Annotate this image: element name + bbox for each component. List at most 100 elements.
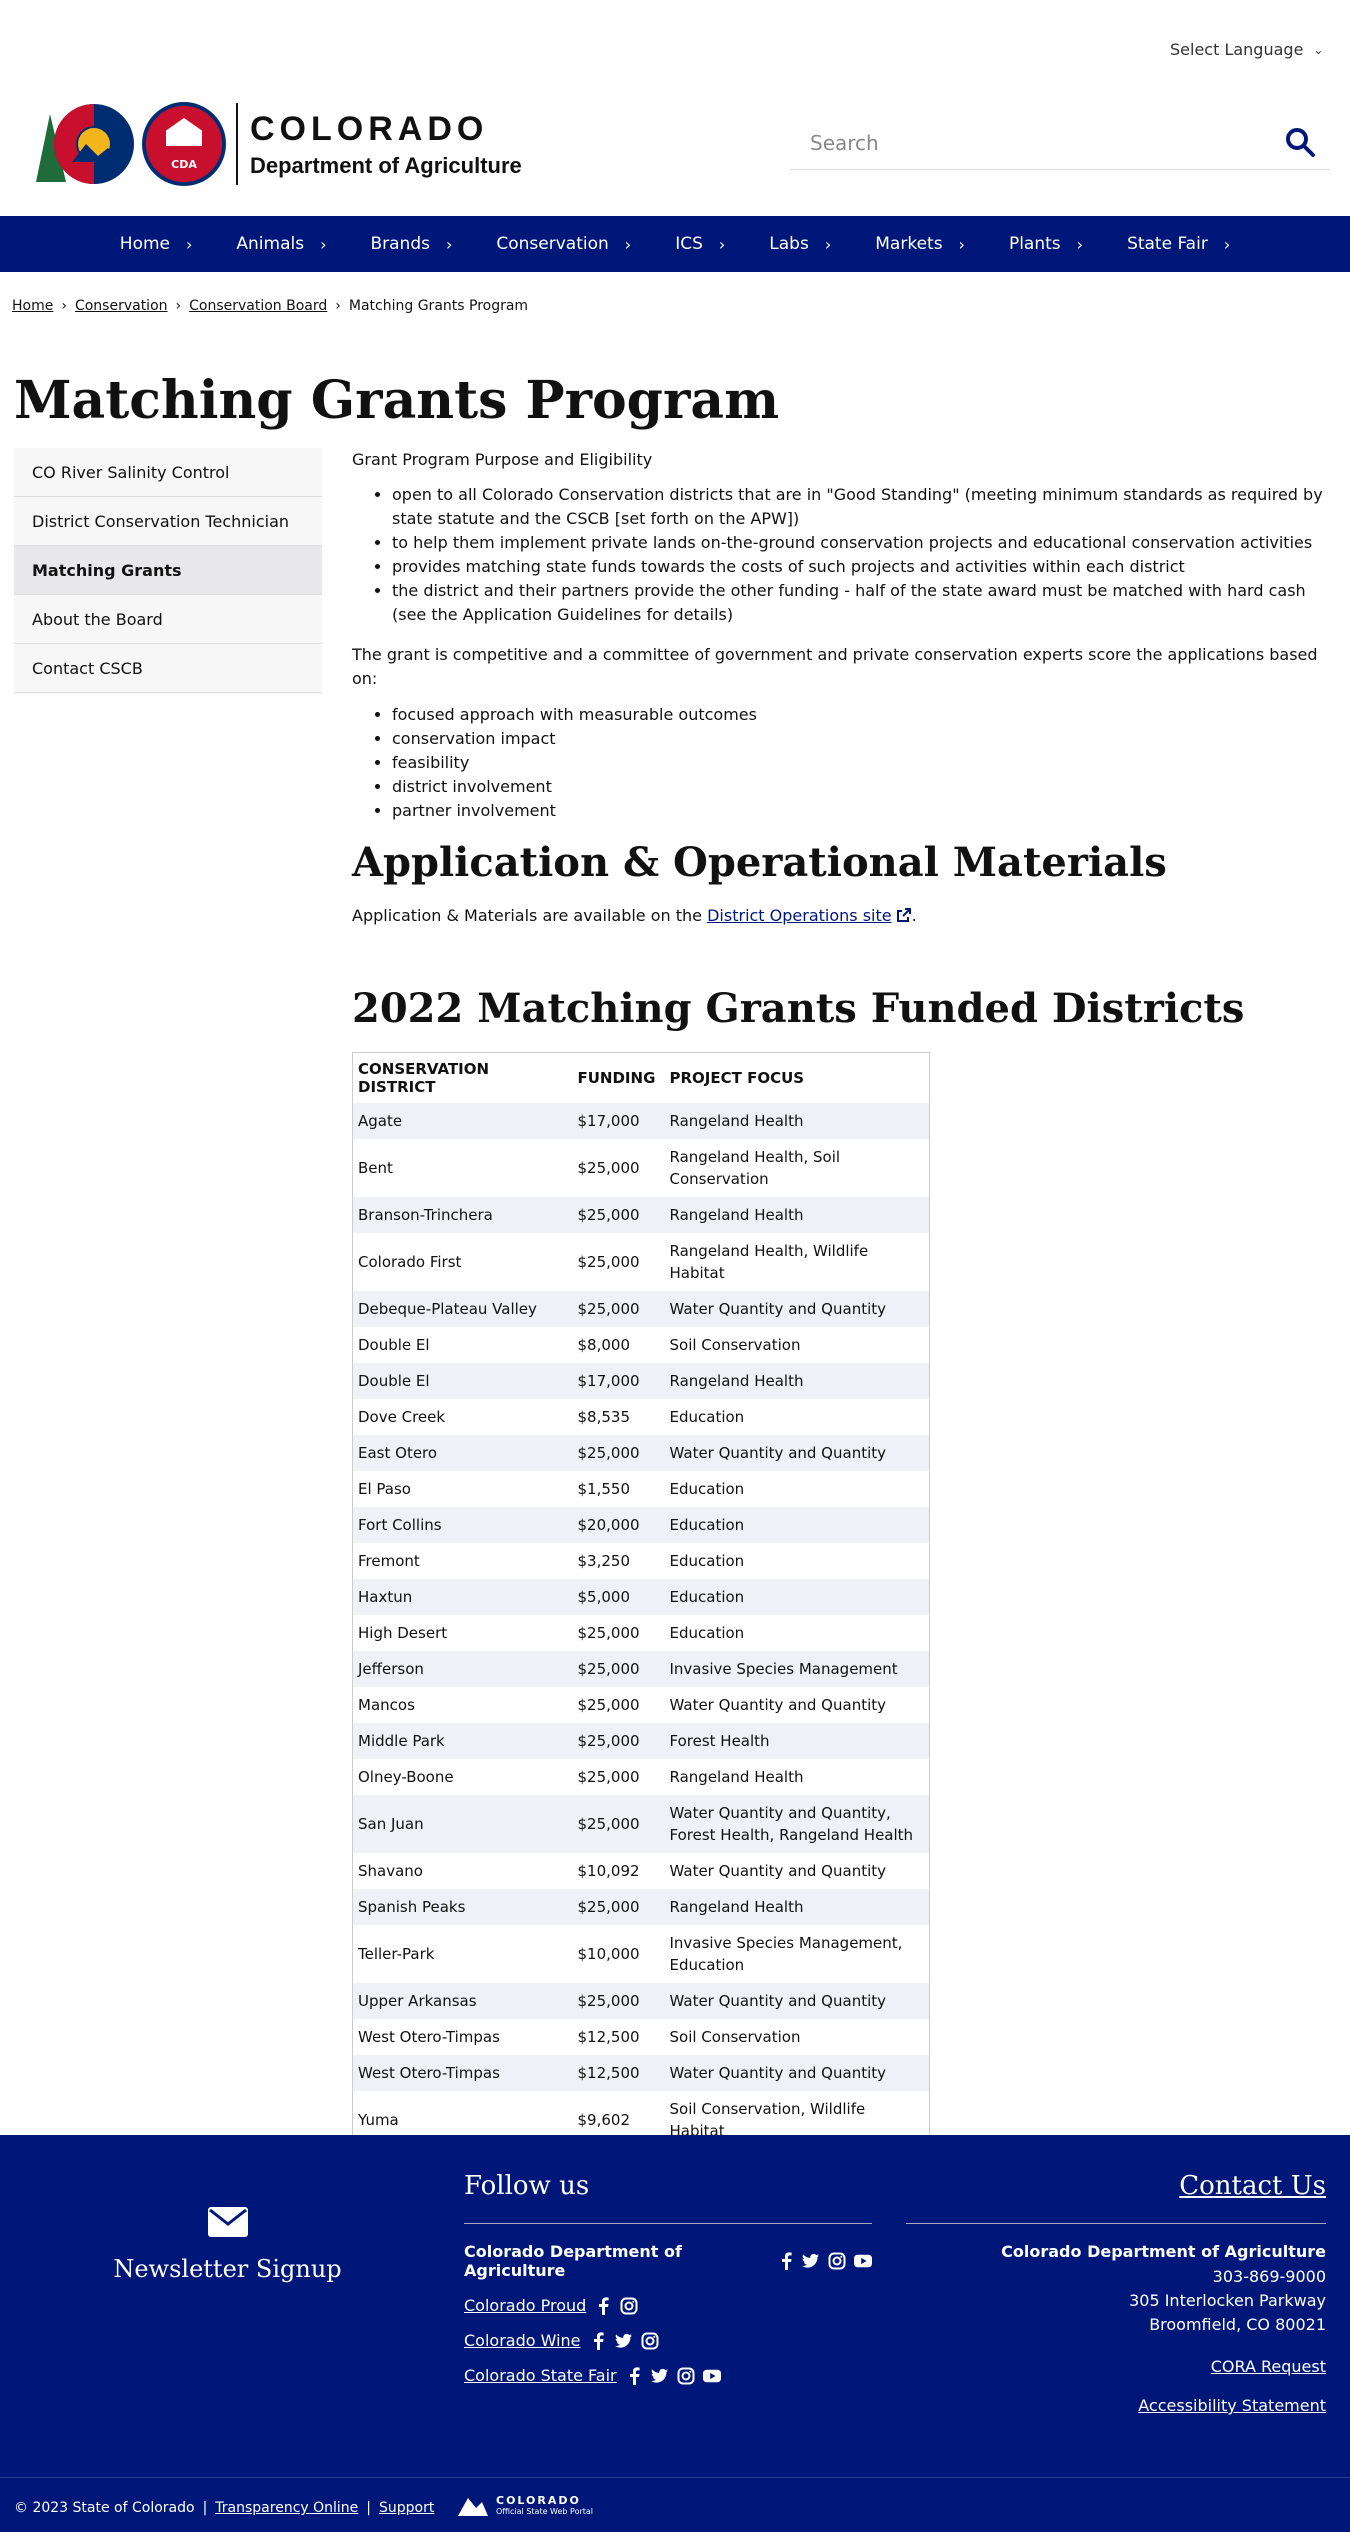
twitter-icon[interactable] [650, 2367, 669, 2385]
search-input[interactable] [790, 124, 1270, 162]
chevron-down-icon: ⌄ [1313, 42, 1324, 57]
sidebar-item-label: Contact CSCB [32, 658, 143, 678]
sidebar-item-about-the-board[interactable]: About the Board [14, 595, 322, 644]
chevron-right-icon: › [320, 234, 327, 254]
follow-row-link[interactable]: Colorado State Fair [464, 2366, 617, 2385]
nav-item-home[interactable]: Home › [98, 234, 215, 254]
follow-us-section: Follow us Colorado Department of Agricul… [464, 2171, 872, 2401]
facebook-icon[interactable] [589, 2331, 607, 2350]
table-row: Double El $17,000 Rangeland Health [352, 1363, 930, 1399]
table-cell: Education [664, 1579, 930, 1615]
table-row: Upper Arkansas $25,000 Water Quantity and … [352, 1983, 930, 2019]
support-link[interactable]: Support [379, 2500, 434, 2516]
table-cell: Education [664, 1399, 930, 1435]
nav-item-ics[interactable]: ICS › [653, 234, 747, 254]
table-cell: $25,000 [572, 1139, 665, 1197]
instagram-icon[interactable] [677, 2367, 695, 2385]
table-header-cell: PROJECT FOCUS [664, 1052, 930, 1103]
nav-item-plants[interactable]: Plants › [987, 234, 1105, 254]
nav-item-label: State Fair [1127, 234, 1208, 254]
nav-item-brands[interactable]: Brands › [348, 234, 474, 254]
sidebar: CO River Salinity Control District Conser… [14, 448, 322, 693]
instagram-icon[interactable] [620, 2297, 638, 2315]
instagram-icon[interactable] [641, 2332, 659, 2350]
table-cell: $25,000 [572, 1723, 665, 1759]
table-cell: Dove Creek [352, 1399, 573, 1435]
table-row: West Otero-Timpas $12,500 Water Quantity a… [352, 2055, 930, 2091]
cora-request-link[interactable]: CORA Request [906, 2357, 1326, 2376]
main-content: Grant Program Purpose and Eligibility op… [352, 450, 1332, 2150]
nav-item-markets[interactable]: Markets › [853, 234, 987, 254]
site-logo[interactable]: CDA COLORADO Department of Agriculture [28, 100, 522, 188]
table-cell: $3,250 [572, 1543, 665, 1579]
table-row: Fremont $3,250 Education [352, 1543, 930, 1579]
table-cell: $17,000 [572, 1103, 665, 1139]
nav-item-conservation[interactable]: Conservation › [474, 234, 653, 254]
follow-row-link[interactable]: Colorado Wine [464, 2331, 581, 2350]
table-cell: Invasive Species Management [664, 1651, 930, 1687]
site-header: Select Language ⌄ CDA COLORADO Departmen… [0, 0, 1350, 216]
sidebar-item-district-conservation-technician[interactable]: District Conservation Technician [14, 497, 322, 546]
nav-item-labs[interactable]: Labs › [747, 234, 853, 254]
table-cell: Soil Conservation [664, 1327, 930, 1363]
table-row: Colorado First $25,000 Rangeland Health, W… [352, 1233, 930, 1291]
availability-end: . [911, 906, 917, 925]
accessibility-link[interactable]: Accessibility Statement [906, 2396, 1326, 2415]
table-cell: Shavano [352, 1853, 573, 1889]
youtube-icon[interactable] [854, 2252, 872, 2270]
table-cell: Double El [352, 1363, 573, 1399]
search-icon[interactable] [1284, 126, 1316, 158]
newsletter-signup[interactable]: Newsletter Signup [0, 2207, 455, 2283]
sidebar-item-co-river-salinity-control[interactable]: CO River Salinity Control [14, 448, 322, 497]
table-cell: $25,000 [572, 1795, 665, 1853]
table-cell: Education [664, 1543, 930, 1579]
nav-item-state-fair[interactable]: State Fair › [1105, 234, 1252, 254]
list-item: the district and their partners provide … [392, 579, 1332, 627]
facebook-icon[interactable] [594, 2296, 612, 2315]
nav-item-label: ICS [675, 234, 703, 254]
table-cell: Water Quantity and Quantity [664, 1853, 930, 1889]
breadcrumb-link[interactable]: Home [12, 298, 53, 314]
table-row: Debeque-Plateau Valley $25,000 Water Quant… [352, 1291, 930, 1327]
page-title: Matching Grants Program [14, 370, 780, 431]
table-cell: $25,000 [572, 1615, 665, 1651]
state-portal-logo[interactable]: COLORADO Official State Web Portal [456, 2492, 593, 2518]
twitter-icon[interactable] [614, 2332, 633, 2350]
chevron-right-icon: › [718, 234, 726, 254]
contact-address-2: Broomfield, CO 80021 [1149, 2315, 1326, 2334]
table-cell: West Otero-Timpas [352, 2019, 573, 2055]
breadcrumb-current: Matching Grants Program [348, 298, 529, 314]
nav-item-animals[interactable]: Animals › [214, 234, 348, 254]
instagram-icon[interactable] [828, 2252, 846, 2270]
logo-badge-text: CDA [171, 158, 197, 171]
table-cell: $20,000 [572, 1507, 665, 1543]
sidebar-item-contact-cscb[interactable]: Contact CSCB [14, 644, 322, 693]
follow-row-link[interactable]: Colorado Proud [464, 2296, 586, 2315]
table-header-cell: FUNDING [572, 1052, 665, 1103]
contact-us-link[interactable]: Contact Us [1179, 2171, 1326, 2201]
district-operations-link[interactable]: District Operations site [707, 906, 892, 925]
cda-barn-logo-icon: CDA [142, 102, 226, 186]
table-cell: Forest Health [664, 1723, 930, 1759]
table-cell: $17,000 [572, 1363, 665, 1399]
table-cell: Education [664, 1615, 930, 1651]
table-cell: Rangeland Health, Soil Conservation [664, 1139, 930, 1197]
contact-address-1: 305 Interlocken Parkway [1129, 2291, 1326, 2310]
colorado-c-logo-icon [36, 104, 134, 184]
table-cell: Education [664, 1471, 930, 1507]
table-cell: Rangeland Health [664, 1889, 930, 1925]
breadcrumb-link[interactable]: Conservation Board [189, 298, 327, 314]
twitter-icon[interactable] [802, 2252, 820, 2270]
transparency-link[interactable]: Transparency Online [215, 2500, 358, 2516]
table-cell: High Desert [352, 1615, 573, 1651]
facebook-icon[interactable] [625, 2366, 643, 2385]
facebook-icon[interactable] [777, 2252, 794, 2270]
availability-text: Application & Materials are available on… [352, 906, 1332, 925]
breadcrumb-link[interactable]: Conservation [75, 298, 168, 314]
sidebar-item-matching-grants[interactable]: Matching Grants [14, 546, 322, 595]
language-select[interactable]: Select Language ⌄ [1170, 40, 1323, 59]
contact-org: Colorado Department of Agriculture [1001, 2242, 1326, 2261]
table-cell: Rangeland Health, Wildlife Habitat [664, 1233, 930, 1291]
table-cell: Haxtun [352, 1579, 573, 1615]
youtube-icon[interactable] [702, 2367, 721, 2385]
